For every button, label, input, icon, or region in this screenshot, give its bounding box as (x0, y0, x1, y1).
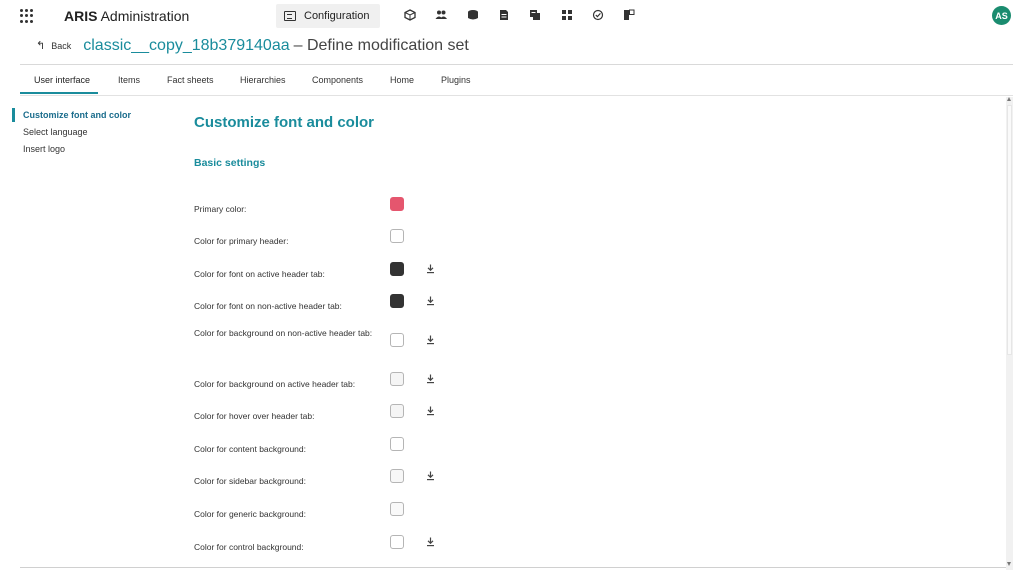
users-icon[interactable] (435, 9, 447, 21)
top-bar: ARIS Administration Configuration AS (0, 0, 1013, 32)
section-title: Basic settings (194, 157, 266, 169)
back-label: Back (51, 41, 72, 51)
user-avatar[interactable]: AS (992, 6, 1011, 25)
setting-label: Primary color: (194, 204, 247, 214)
content-title: Customize font and color (194, 114, 374, 131)
color-swatch[interactable] (390, 469, 404, 483)
page-subtitle: – Define modification set (293, 37, 469, 54)
download-icon[interactable] (426, 537, 435, 547)
color-swatch[interactable] (390, 502, 404, 516)
content-bottom-divider (20, 567, 1006, 568)
check-circle-icon[interactable] (592, 9, 604, 21)
setting-label: Color for font on non-active header tab: (194, 301, 342, 311)
database-icon[interactable] (467, 9, 479, 21)
back-arrow-icon: ↰ (36, 39, 46, 52)
configuration-icon (284, 11, 296, 21)
setting-label: Color for content background: (194, 444, 306, 454)
scroll-down-arrow[interactable] (1007, 562, 1011, 566)
tab-items[interactable]: Items (118, 75, 140, 85)
modification-set-name: classic__copy_18b379140aa (83, 37, 290, 54)
title-row: ↰ Back classic__copy_18b379140aa – Defin… (36, 36, 469, 56)
app-title: ARIS Administration (64, 8, 189, 24)
color-swatch[interactable] (390, 404, 404, 418)
document-icon[interactable] (498, 9, 510, 21)
download-icon[interactable] (426, 406, 435, 416)
color-swatch[interactable] (390, 294, 404, 308)
setting-label: Color for background on non-active heade… (194, 328, 373, 338)
tab-user-interface[interactable]: User interface (34, 75, 90, 85)
grid-icon[interactable] (561, 9, 573, 21)
setting-label: Color for hover over header tab: (194, 411, 315, 421)
active-tab-indicator (20, 92, 98, 94)
download-icon[interactable] (426, 335, 435, 345)
export-icon[interactable] (529, 9, 541, 21)
color-swatch[interactable] (390, 262, 404, 276)
download-icon[interactable] (426, 296, 435, 306)
nav-item-select-language[interactable]: Select language (23, 127, 88, 137)
color-swatch[interactable] (390, 333, 404, 347)
setting-label: Color for sidebar background: (194, 476, 306, 486)
tab-home[interactable]: Home (390, 75, 414, 85)
tab-components[interactable]: Components (312, 75, 363, 85)
back-button[interactable]: ↰ Back (36, 39, 72, 52)
tab-plugins[interactable]: Plugins (441, 75, 471, 85)
color-swatch[interactable] (390, 229, 404, 243)
vertical-scrollbar[interactable] (1006, 97, 1013, 570)
scroll-thumb[interactable] (1007, 105, 1012, 355)
tab-hierarchies[interactable]: Hierarchies (240, 75, 286, 85)
tab-bar: User interface Items Fact sheets Hierarc… (20, 64, 1013, 96)
color-swatch[interactable] (390, 535, 404, 549)
app-launcher-icon[interactable] (20, 9, 34, 23)
layout-icon[interactable] (623, 9, 635, 21)
download-icon[interactable] (426, 264, 435, 274)
cube-icon[interactable] (404, 9, 416, 21)
color-swatch[interactable] (390, 197, 404, 211)
download-icon[interactable] (426, 374, 435, 384)
brand-bold: ARIS (64, 8, 98, 24)
configuration-module-tab[interactable]: Configuration (276, 4, 380, 28)
nav-item-insert-logo[interactable]: Insert logo (23, 144, 65, 154)
download-icon[interactable] (426, 471, 435, 481)
active-nav-indicator (12, 108, 15, 122)
color-swatch[interactable] (390, 372, 404, 386)
setting-label: Color for primary header: (194, 236, 289, 246)
brand-rest: Administration (100, 8, 190, 24)
scroll-up-arrow[interactable] (1007, 97, 1011, 101)
configuration-label: Configuration (304, 10, 370, 22)
color-swatch[interactable] (390, 437, 404, 451)
nav-item-customize-font-and-color[interactable]: Customize font and color (23, 110, 131, 120)
setting-label: Color for generic background: (194, 509, 306, 519)
setting-label: Color for background on active header ta… (194, 379, 356, 389)
tab-fact-sheets[interactable]: Fact sheets (167, 75, 214, 85)
setting-label: Color for font on active header tab: (194, 269, 325, 279)
setting-label: Color for control background: (194, 542, 304, 552)
